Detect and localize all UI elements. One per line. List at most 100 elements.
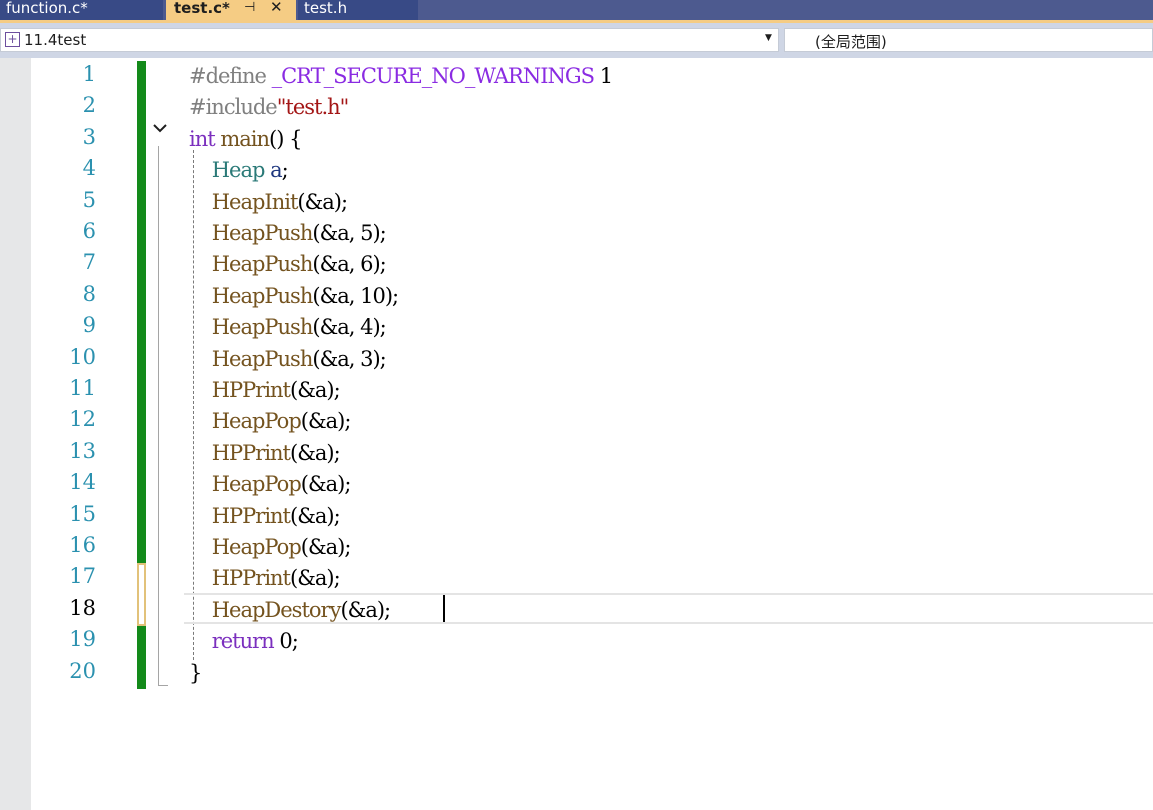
- code-token-keyword: return: [211, 629, 275, 653]
- line-number: 13: [69, 439, 96, 463]
- code-editor[interactable]: 1 2 3 4 5 6 7 8 9 10 11 12 13 14 15 16 17 18 19 20 #define …: [0, 58, 1153, 810]
- line-number: 1: [82, 62, 96, 86]
- code-token-plain: 1: [594, 64, 613, 88]
- code-line[interactable]: return 0;: [189, 626, 299, 657]
- code-token-function: HeapPush: [211, 315, 314, 339]
- line-number: 16: [69, 533, 96, 557]
- code-token-plain: (&a);: [290, 504, 341, 528]
- code-token-function: HeapPop: [211, 409, 302, 433]
- code-line[interactable]: HeapPush(&a, 5);: [189, 218, 387, 249]
- code-token-function: HeapPop: [211, 472, 302, 496]
- code-line[interactable]: }: [189, 658, 202, 689]
- line-number: 8: [82, 282, 96, 306]
- outlining-line: [158, 146, 159, 686]
- saved-change-marker: [137, 626, 146, 689]
- code-line[interactable]: #include"test.h": [189, 92, 349, 123]
- line-number: 20: [69, 659, 96, 683]
- project-dropdown[interactable]: + 11.4test ▼: [0, 28, 779, 52]
- code-token-function: HeapPop: [211, 535, 302, 559]
- code-token-plain: (&a);: [290, 441, 341, 465]
- code-line[interactable]: HeapInit(&a);: [189, 187, 348, 218]
- tab-label: test.c*: [174, 0, 230, 17]
- code-token-plain: (&a, 4);: [312, 315, 386, 339]
- code-token-plain: (&a, 5);: [312, 221, 386, 245]
- code-token-function: HPPrint: [211, 504, 291, 528]
- code-token-function: HPPrint: [211, 566, 291, 590]
- saved-change-marker: [137, 61, 146, 563]
- tab-function-c[interactable]: function.c*: [0, 0, 163, 20]
- code-line[interactable]: Heap a;: [189, 155, 289, 186]
- code-token-plain: ;: [281, 158, 289, 182]
- code-line[interactable]: HeapPop(&a);: [189, 469, 352, 500]
- outlining-end: [158, 685, 168, 686]
- line-number: 11: [69, 376, 96, 400]
- code-token-preprocessor: #define: [189, 64, 272, 88]
- code-token-plain: (&a, 6);: [312, 252, 386, 276]
- code-line[interactable]: HPPrint(&a);: [189, 438, 341, 469]
- code-token-function: HPPrint: [211, 441, 291, 465]
- tab-label: function.c*: [6, 0, 88, 17]
- code-token-keyword: int: [189, 127, 216, 151]
- line-number: 14: [69, 470, 96, 494]
- scope-dropdown[interactable]: (全局范围): [784, 28, 1153, 52]
- line-number: 3: [82, 125, 96, 149]
- navigation-bar: + 11.4test ▼ (全局范围): [0, 23, 1153, 58]
- code-token-plain: (&a);: [300, 535, 352, 559]
- code-token-variable: a: [264, 158, 283, 182]
- collapse-chevron-icon[interactable]: [152, 120, 168, 136]
- pin-icon[interactable]: ⊣: [244, 0, 255, 16]
- line-number: 18: [69, 596, 96, 620]
- line-number: 9: [82, 313, 96, 337]
- code-line[interactable]: HPPrint(&a);: [189, 563, 341, 594]
- code-token-function: HeapPush: [211, 347, 314, 371]
- code-line[interactable]: HeapPush(&a, 4);: [189, 312, 387, 343]
- code-line[interactable]: #define _CRT_SECURE_NO_WARNINGS 1: [189, 61, 613, 92]
- line-number: 6: [82, 219, 96, 243]
- code-line[interactable]: HeapPop(&a);: [189, 406, 352, 437]
- code-token-plain: (&a);: [300, 472, 352, 496]
- code-token-function: HeapPush: [211, 284, 314, 308]
- project-label: 11.4test: [24, 31, 87, 49]
- code-token-function: HeapDestory: [211, 598, 342, 622]
- chevron-down-icon[interactable]: ▼: [765, 33, 772, 43]
- text-caret: [443, 595, 445, 622]
- line-number: 4: [82, 156, 96, 180]
- line-number: 15: [69, 502, 96, 526]
- code-token-plain: (&a);: [290, 566, 341, 590]
- code-line[interactable]: HeapPush(&a, 6);: [189, 249, 387, 280]
- line-number: 7: [82, 250, 96, 274]
- code-token-plain: (&a);: [290, 378, 341, 402]
- code-line[interactable]: HeapPush(&a, 10);: [189, 281, 399, 312]
- glyph-margin[interactable]: [0, 58, 31, 810]
- code-line[interactable]: HPPrint(&a);: [189, 375, 341, 406]
- scope-label: (全局范围): [815, 33, 887, 51]
- code-line[interactable]: HPPrint(&a);: [189, 501, 341, 532]
- code-line[interactable]: int main() {: [189, 124, 302, 155]
- code-line[interactable]: HeapPush(&a, 3);: [189, 344, 387, 375]
- tab-label: test.h: [304, 0, 348, 17]
- code-token-plain: (&a);: [300, 409, 352, 433]
- tab-test-h[interactable]: test.h: [298, 0, 418, 20]
- code-token-plain: 0;: [273, 629, 298, 653]
- document-tab-strip: function.c* test.c* ⊣ ✕ test.h: [0, 0, 1153, 22]
- line-number: 19: [69, 627, 96, 651]
- code-line[interactable]: HeapDestory(&a);: [189, 595, 391, 626]
- tab-test-c[interactable]: test.c* ⊣ ✕: [166, 0, 296, 20]
- code-token-plain: () {: [269, 127, 302, 151]
- code-token-type: Heap: [211, 158, 266, 182]
- code-line[interactable]: HeapPop(&a);: [189, 532, 352, 563]
- code-token-macro: _CRT_SECURE_NO_WARNINGS: [271, 64, 595, 88]
- close-icon[interactable]: ✕: [270, 0, 283, 15]
- code-token-plain: (&a, 10);: [312, 284, 399, 308]
